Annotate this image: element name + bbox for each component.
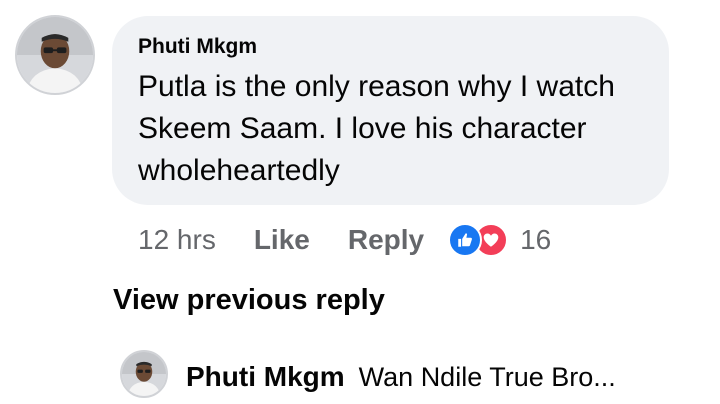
reactions-summary[interactable]: 16 [448,223,551,257]
comment-author[interactable]: Phuti Mkgm [138,34,643,60]
comment-timestamp[interactable]: 12 hrs [138,224,216,256]
reactions-count: 16 [520,224,552,255]
profile-photo-icon [17,17,93,93]
reply-text: Wan Ndile True Bro... [358,361,616,392]
comment-bubble: Phuti Mkgm Putla is the only reason why … [112,16,669,205]
like-icon [448,223,483,257]
view-previous-reply-link[interactable]: View previous reply [113,284,385,317]
reply-avatar[interactable] [120,350,168,398]
comment-thread: Phuti Mkgm Putla is the only reason why … [0,0,720,404]
avatar[interactable] [15,15,95,95]
comment-actions: 12 hrs Like Reply 16 [138,218,551,262]
like-button[interactable]: Like [254,224,310,256]
profile-photo-icon [122,352,166,396]
reply-author[interactable]: Phuti Mkgm [186,361,345,393]
comment-text: Putla is the only reason why I watch Ske… [138,70,615,187]
reply-button[interactable]: Reply [348,224,424,256]
reply-preview[interactable]: Phuti Mkgm Wan Ndile True Bro... [186,357,616,397]
